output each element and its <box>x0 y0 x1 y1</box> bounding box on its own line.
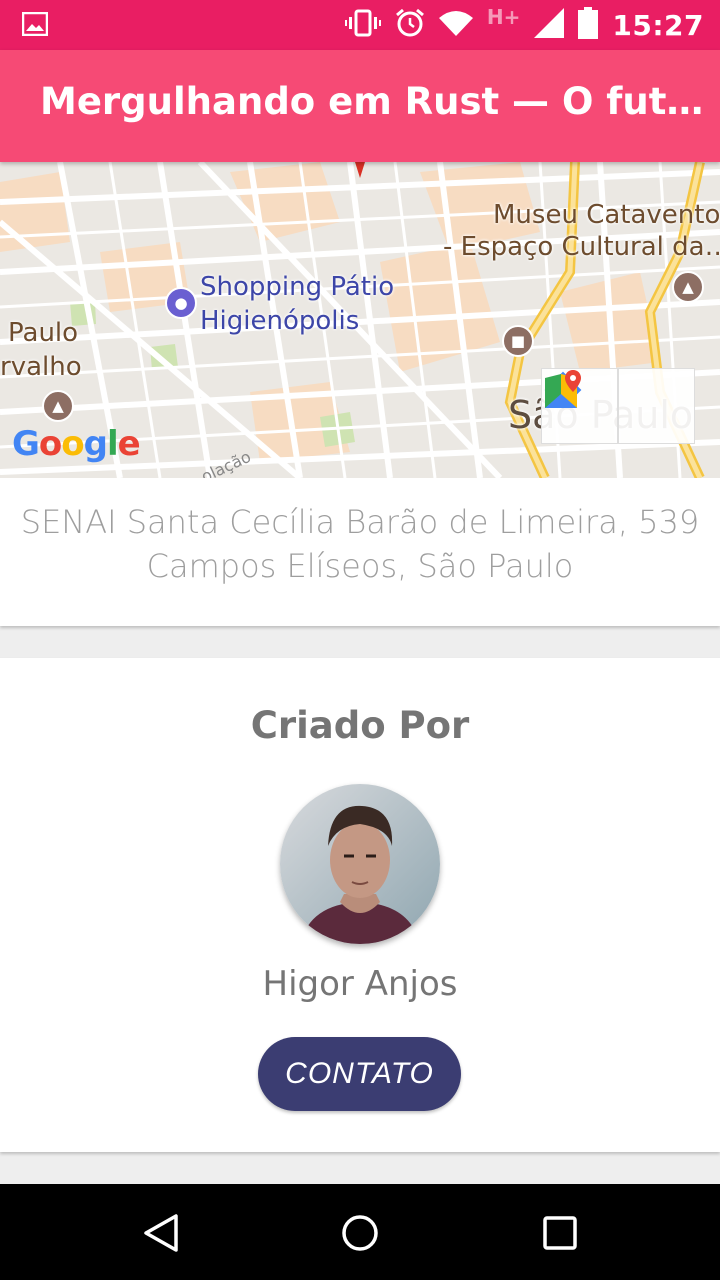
avatar <box>280 784 440 944</box>
google-logo-letter: e <box>117 424 141 464</box>
home-button[interactable] <box>335 1208 385 1258</box>
address-line-2: Campos Elíseos, São Paulo <box>146 547 574 585</box>
contact-button[interactable]: CONTATO <box>258 1037 461 1111</box>
camera-icon[interactable]: ■ <box>502 325 534 357</box>
home-icon <box>342 1215 378 1251</box>
vibrate-icon <box>344 9 381 41</box>
event-address: SENAI Santa Cecília Barão de Limeira, 53… <box>0 500 720 588</box>
map-toolbar <box>541 368 696 444</box>
google-logo-letter: G <box>12 424 40 464</box>
alarm-icon <box>395 8 425 42</box>
recents-icon <box>543 1216 577 1250</box>
signal-icon <box>534 8 565 42</box>
map-label-rvalho: rvalho <box>0 352 82 382</box>
address-line-1: SENAI Santa Cecília Barão de Limeira, 53… <box>20 503 700 541</box>
map-label-shopping-2: Higienópolis <box>200 306 360 336</box>
network-type: H+ <box>486 5 521 29</box>
creator-card: Criado Por Higor Anjos CONTATO <box>0 658 720 1152</box>
map-label-museu-2: - Espaço Cultural da… <box>443 232 720 262</box>
google-maps-icon <box>545 370 581 408</box>
recents-button[interactable] <box>535 1208 585 1258</box>
back-button[interactable] <box>136 1208 186 1258</box>
map-label-paulo: Paulo <box>8 318 79 348</box>
map-label-shopping-1: Shopping Pátio <box>200 272 395 302</box>
google-logo-letter: g <box>83 424 108 464</box>
author-name: Higor Anjos <box>262 964 458 1004</box>
shopping-bag-icon[interactable]: ● <box>165 287 197 319</box>
wifi-icon <box>438 10 473 40</box>
event-title: Mergulhando em Rust — O futuro da… <box>40 80 710 123</box>
back-icon <box>144 1214 178 1252</box>
app-bar: Mergulhando em Rust — O futuro da… <box>0 50 720 162</box>
google-logo-letter: o <box>38 424 62 464</box>
map-label-museu-1: Museu Catavento <box>493 200 720 230</box>
open-in-maps-button[interactable] <box>545 368 695 444</box>
gallery-icon <box>21 11 49 40</box>
battery-icon <box>578 7 599 43</box>
map-view[interactable]: Museu Catavento - Espaço Cultural da… Sh… <box>0 162 720 478</box>
clock: 15:27 <box>612 8 704 42</box>
status-bar: H+ 15:27 <box>0 0 720 50</box>
navigation-bar <box>0 1184 720 1280</box>
location-card: Museu Catavento - Espaço Cultural da… Sh… <box>0 162 720 626</box>
google-logo-letter: o <box>61 424 84 464</box>
section-title: Criado Por <box>250 704 470 747</box>
landmark-icon[interactable]: ▲ <box>42 390 74 422</box>
museum-icon[interactable]: ▲ <box>672 271 704 303</box>
google-logo: Google <box>12 424 141 464</box>
google-logo-letter: l <box>106 424 119 464</box>
